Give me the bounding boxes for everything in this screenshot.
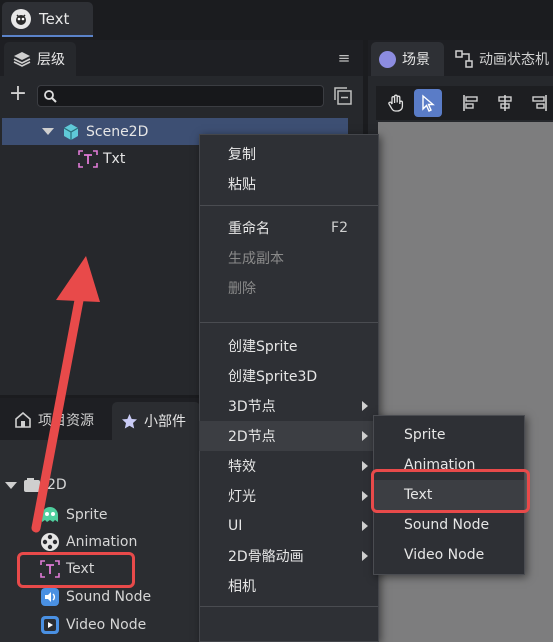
annotation-box-text-submenu <box>371 469 530 513</box>
annotation-box-text-widget <box>17 552 135 588</box>
annotation-arrow <box>31 256 100 533</box>
